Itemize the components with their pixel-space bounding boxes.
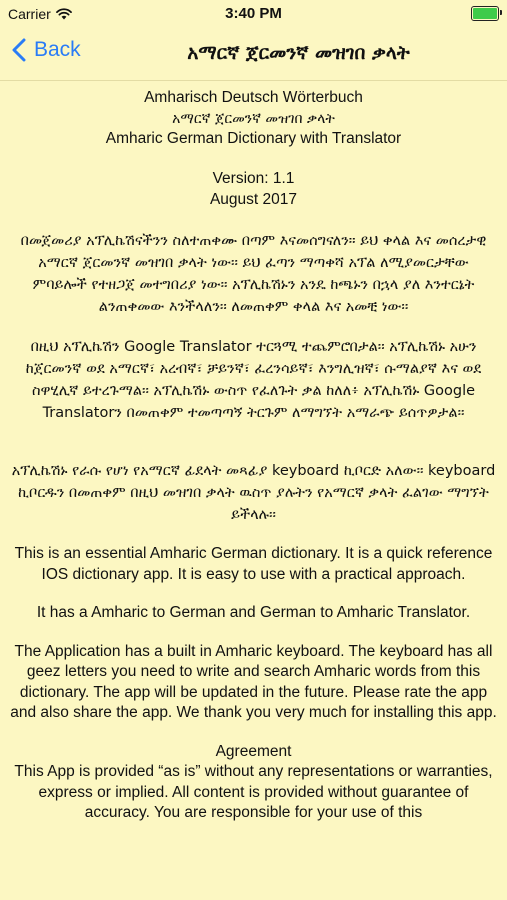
english-intro-paragraph: This is an essential Amharic German dict… bbox=[14, 545, 493, 583]
status-bar: Carrier 3:40 PM bbox=[0, 0, 507, 28]
amharic-keyboard-paragraph: አፕሊኬሽኑ የራሱ የሆነ የአማርኛ ፊደላት መጻፊያ keyboard … bbox=[11, 463, 496, 523]
amharic-intro-paragraph: በመጀመሪያ አፕሊኬሽናችንን ስለተጠቀሙ በጣም እናመሰግናለን። ይህ… bbox=[20, 233, 487, 315]
english-translator-paragraph: It has a Amharic to German and German to… bbox=[36, 604, 471, 621]
about-content: Amharisch Deutsch Wörterbuch አማርኛ ጀርመንኛ … bbox=[0, 88, 507, 824]
back-button[interactable]: Back bbox=[12, 38, 81, 62]
agreement-text: This App is provided “as is” without any… bbox=[14, 763, 493, 821]
amharic-translator-paragraph: በዚህ አፕሊኬሽን Google Translator ተርጓሚ ተጨምሮበታ… bbox=[25, 339, 482, 421]
title-english: Amharic German Dictionary with Translato… bbox=[105, 129, 402, 147]
title-german: Amharisch Deutsch Wörterbuch bbox=[144, 89, 363, 106]
release-date: August 2017 bbox=[209, 190, 298, 208]
version-label: Version: 1.1 bbox=[212, 170, 295, 187]
battery-icon bbox=[471, 6, 502, 21]
status-time: 3:40 PM bbox=[225, 5, 282, 22]
navigation-bar: Back አማርኛ ጀርመንኛ መዝገበ ቃላት bbox=[0, 28, 507, 81]
title-amharic: አማርኛ ጀርመንኛ መዝገበ ቃላት bbox=[172, 110, 335, 127]
page-title: አማርኛ ጀርመንኛ መዝገበ ቃላት bbox=[187, 42, 410, 64]
chevron-left-icon bbox=[12, 38, 26, 62]
english-keyboard-paragraph: The Application has a built in Amharic k… bbox=[10, 642, 497, 722]
back-button-label: Back bbox=[34, 38, 81, 61]
agreement-heading: Agreement bbox=[215, 742, 292, 760]
